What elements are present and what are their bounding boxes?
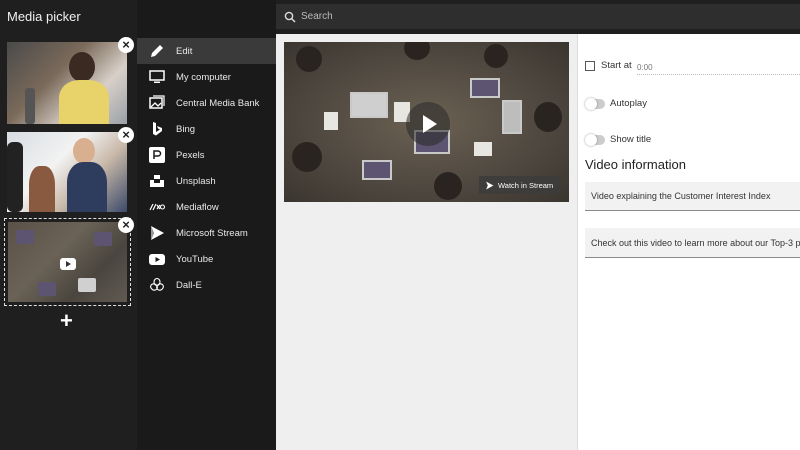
menu-item-mediaflow[interactable]: Mediaflow bbox=[137, 194, 276, 220]
menu-item-central-media-bank[interactable]: Central Media Bank bbox=[137, 90, 276, 116]
menu-item-label: Pexels bbox=[176, 149, 205, 161]
start-at-label: Start at bbox=[601, 60, 632, 71]
menu-item-label: YouTube bbox=[176, 253, 214, 265]
search-icon bbox=[284, 11, 296, 23]
menu-item-label: Dall-E bbox=[176, 279, 202, 291]
thumbnail-3-selected[interactable] bbox=[4, 218, 131, 306]
menu-item-label: Central Media Bank bbox=[176, 97, 260, 109]
menu-item-edit[interactable]: Edit bbox=[137, 38, 276, 64]
add-media-button[interactable]: + bbox=[60, 310, 73, 332]
video-description-field[interactable]: Check out this video to learn more about… bbox=[585, 228, 800, 258]
youtube-icon bbox=[149, 251, 165, 267]
unsplash-icon bbox=[149, 173, 165, 189]
play-icon[interactable] bbox=[406, 102, 450, 146]
menu-item-label: Microsoft Stream bbox=[176, 227, 248, 239]
menu-item-label: My computer bbox=[176, 71, 231, 83]
thumbnail-column: Media picker × × × + bbox=[0, 0, 137, 450]
watch-in-stream-button[interactable]: Watch in Stream bbox=[479, 176, 561, 194]
stream-icon bbox=[486, 181, 494, 189]
menu-item-label: Mediaflow bbox=[176, 201, 219, 213]
video-information-heading: Video information bbox=[585, 157, 686, 172]
menu-item-unsplash[interactable]: Unsplash bbox=[137, 168, 276, 194]
search-bar bbox=[276, 4, 800, 29]
mediaflow-icon bbox=[149, 199, 165, 215]
start-at-checkbox[interactable] bbox=[585, 60, 595, 71]
show-title-toggle[interactable] bbox=[585, 133, 605, 146]
media-source-menu: Edit My computer Central Media Bank Bing… bbox=[137, 0, 276, 450]
show-title-row: Show title bbox=[585, 133, 652, 146]
video-play-icon bbox=[60, 258, 76, 270]
thumbnail-1[interactable] bbox=[7, 42, 127, 124]
remove-thumbnail-2-button[interactable]: × bbox=[118, 127, 134, 143]
autoplay-label: Autoplay bbox=[610, 98, 647, 109]
pencil-icon bbox=[149, 43, 165, 59]
show-title-label: Show title bbox=[610, 134, 652, 145]
autoplay-toggle[interactable] bbox=[585, 97, 605, 110]
bing-icon bbox=[149, 121, 165, 137]
search-input[interactable] bbox=[301, 11, 701, 22]
menu-item-bing[interactable]: Bing bbox=[137, 116, 276, 142]
menu-item-my-computer[interactable]: My computer bbox=[137, 64, 276, 90]
image-gallery-icon bbox=[149, 95, 165, 111]
menu-item-label: Unsplash bbox=[176, 175, 216, 187]
remove-thumbnail-3-button[interactable]: × bbox=[118, 217, 134, 233]
thumbnail-2[interactable] bbox=[7, 132, 127, 212]
remove-thumbnail-1-button[interactable]: × bbox=[118, 37, 134, 53]
menu-item-microsoft-stream[interactable]: Microsoft Stream bbox=[137, 220, 276, 246]
menu-item-pexels[interactable]: Pexels bbox=[137, 142, 276, 168]
menu-item-label: Edit bbox=[176, 45, 193, 57]
stream-icon bbox=[149, 225, 165, 241]
openai-icon bbox=[149, 277, 165, 293]
monitor-icon bbox=[149, 69, 165, 85]
autoplay-row: Autoplay bbox=[585, 97, 647, 110]
start-at-row: Start at bbox=[585, 60, 632, 71]
menu-item-label: Bing bbox=[176, 123, 196, 135]
start-at-time-input[interactable] bbox=[637, 61, 800, 75]
menu-item-dall-e[interactable]: Dall-E bbox=[137, 272, 276, 298]
video-title-field[interactable]: Video explaining the Customer Interest I… bbox=[585, 182, 800, 211]
menu-item-youtube[interactable]: YouTube bbox=[137, 246, 276, 272]
panel-title: Media picker bbox=[7, 9, 81, 24]
pexels-icon bbox=[149, 147, 165, 163]
watch-in-stream-label: Watch in Stream bbox=[498, 180, 554, 190]
